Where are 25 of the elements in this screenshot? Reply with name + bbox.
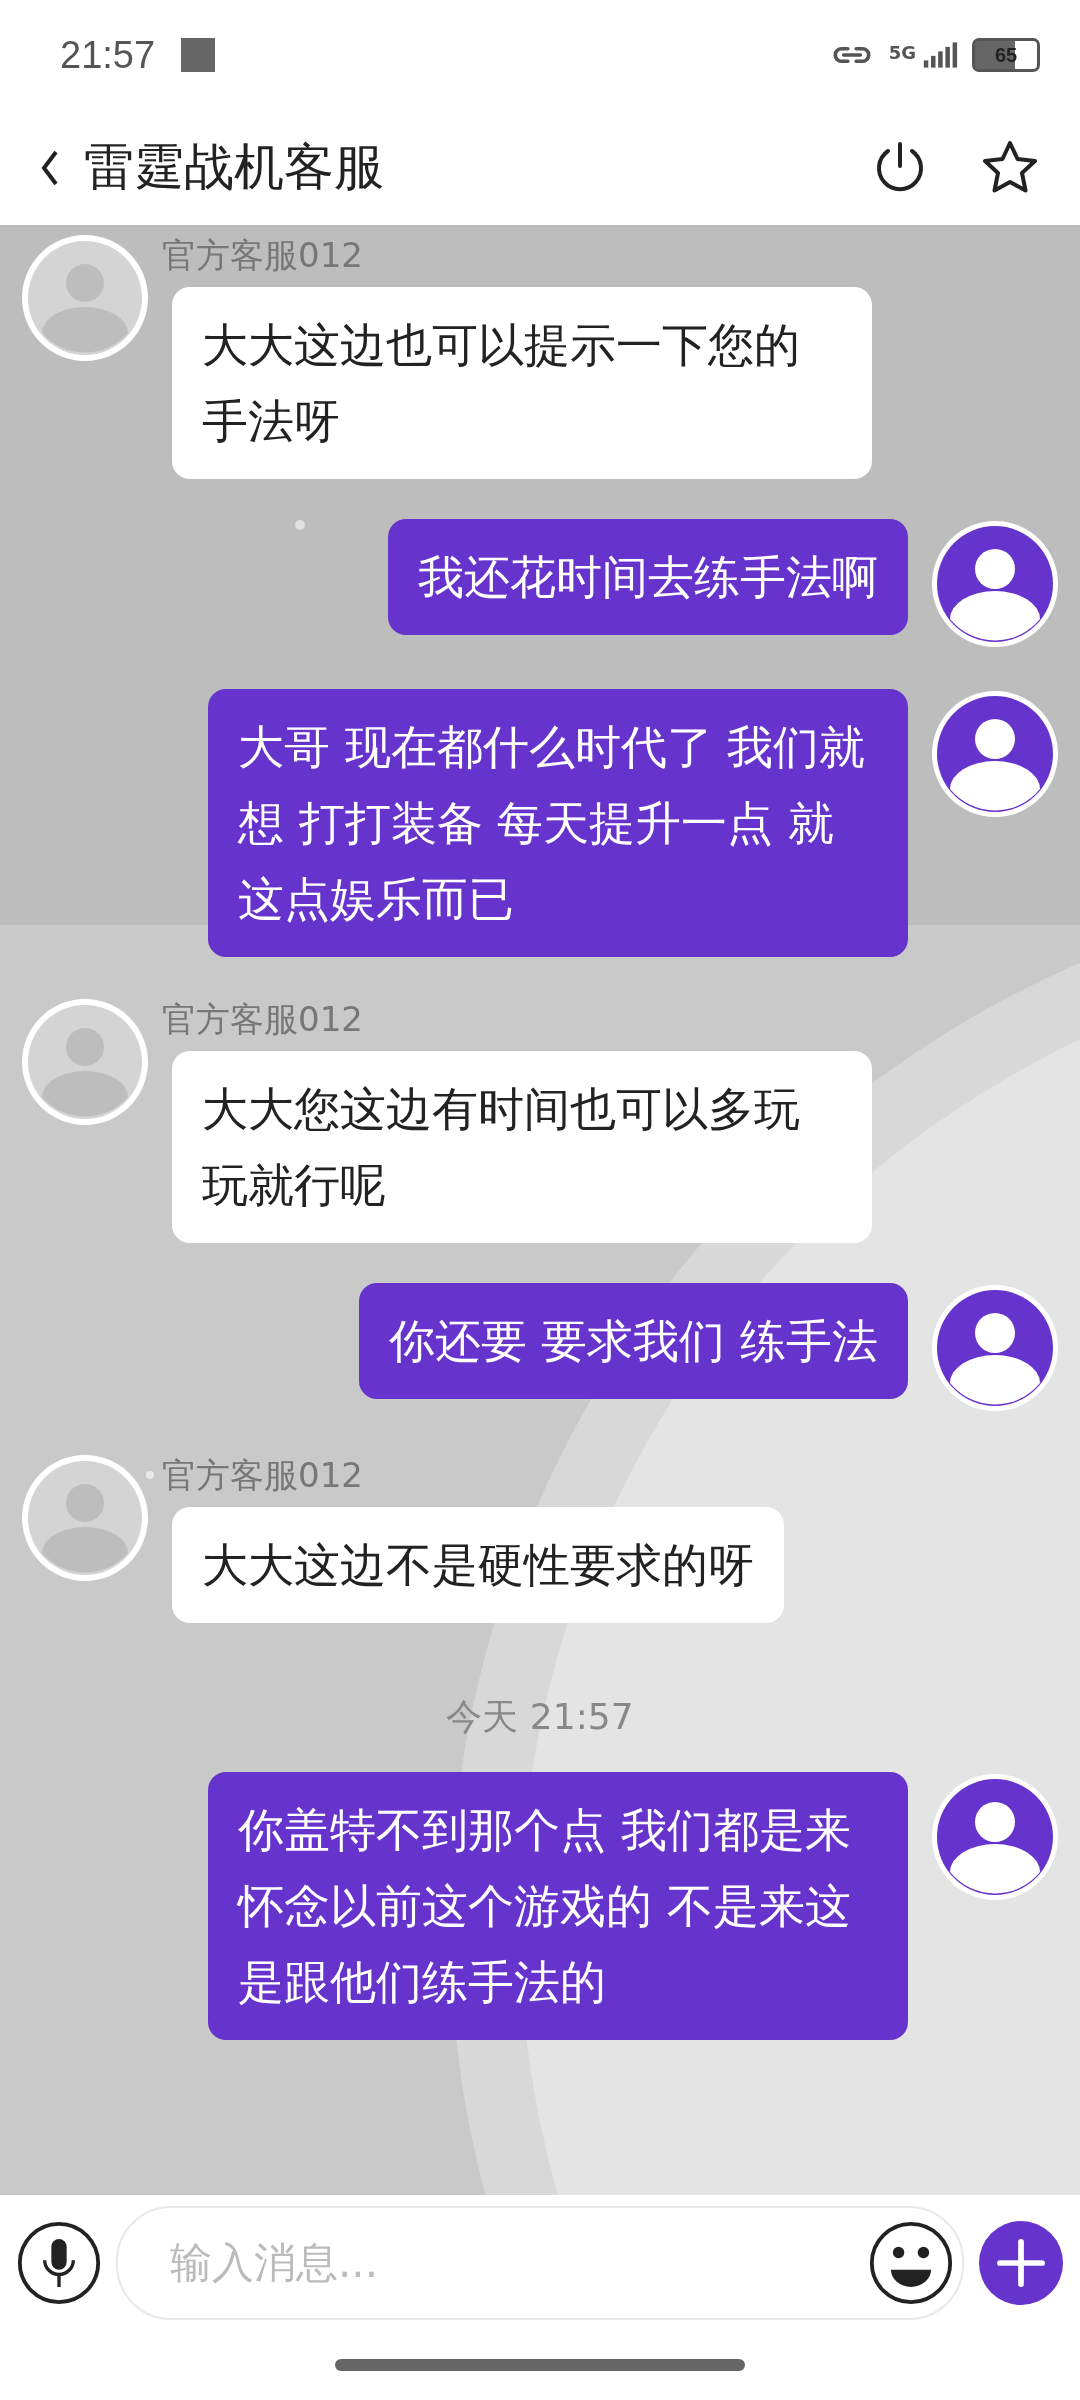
message-bubble: 大大这边不是硬性要求的呀	[172, 1507, 784, 1623]
avatar-icon[interactable]	[930, 519, 1060, 649]
network-label: 5G	[888, 42, 916, 63]
status-time: 21:57	[60, 33, 156, 77]
sender-name: 官方客服012	[162, 234, 364, 277]
message-bubble: 大大这边也可以提示一下您的手法呀	[172, 287, 872, 479]
message-bubble: 大大您这边有时间也可以多玩玩就行呢	[172, 1051, 872, 1243]
signal-icon	[922, 41, 958, 69]
add-icon[interactable]	[978, 2219, 1064, 2306]
sender-name: 官方客服012	[162, 998, 364, 1041]
avatar-icon[interactable]	[930, 689, 1060, 819]
avatar-icon[interactable]	[930, 1772, 1060, 1902]
emoji-icon[interactable]	[868, 2219, 954, 2306]
avatar-icon[interactable]	[930, 1283, 1060, 1413]
microphone-icon[interactable]	[16, 2219, 102, 2306]
message-bubble: 我还花时间去练手法啊	[388, 519, 908, 635]
notification-icon	[181, 38, 216, 72]
message-bubble: 你盖特不到那个点 我们都是来怀念以前这个游戏的 不是来这是跟他们练手法的	[208, 1772, 908, 2040]
chat-title: 雷霆战机客服	[84, 137, 384, 198]
message-input[interactable]: 输入消息...	[168, 2237, 868, 2288]
message-field[interactable]: 输入消息...	[116, 2205, 964, 2320]
sender-name: 官方客服012	[162, 1454, 364, 1497]
message-bubble: 你还要 要求我们 练手法	[358, 1283, 908, 1399]
message-bubble: 大哥 现在都什么时代了 我们就想 打打装备 每天提升一点 就这点娱乐而已	[208, 689, 908, 957]
timestamp: 今天 21:57	[446, 1695, 634, 1739]
